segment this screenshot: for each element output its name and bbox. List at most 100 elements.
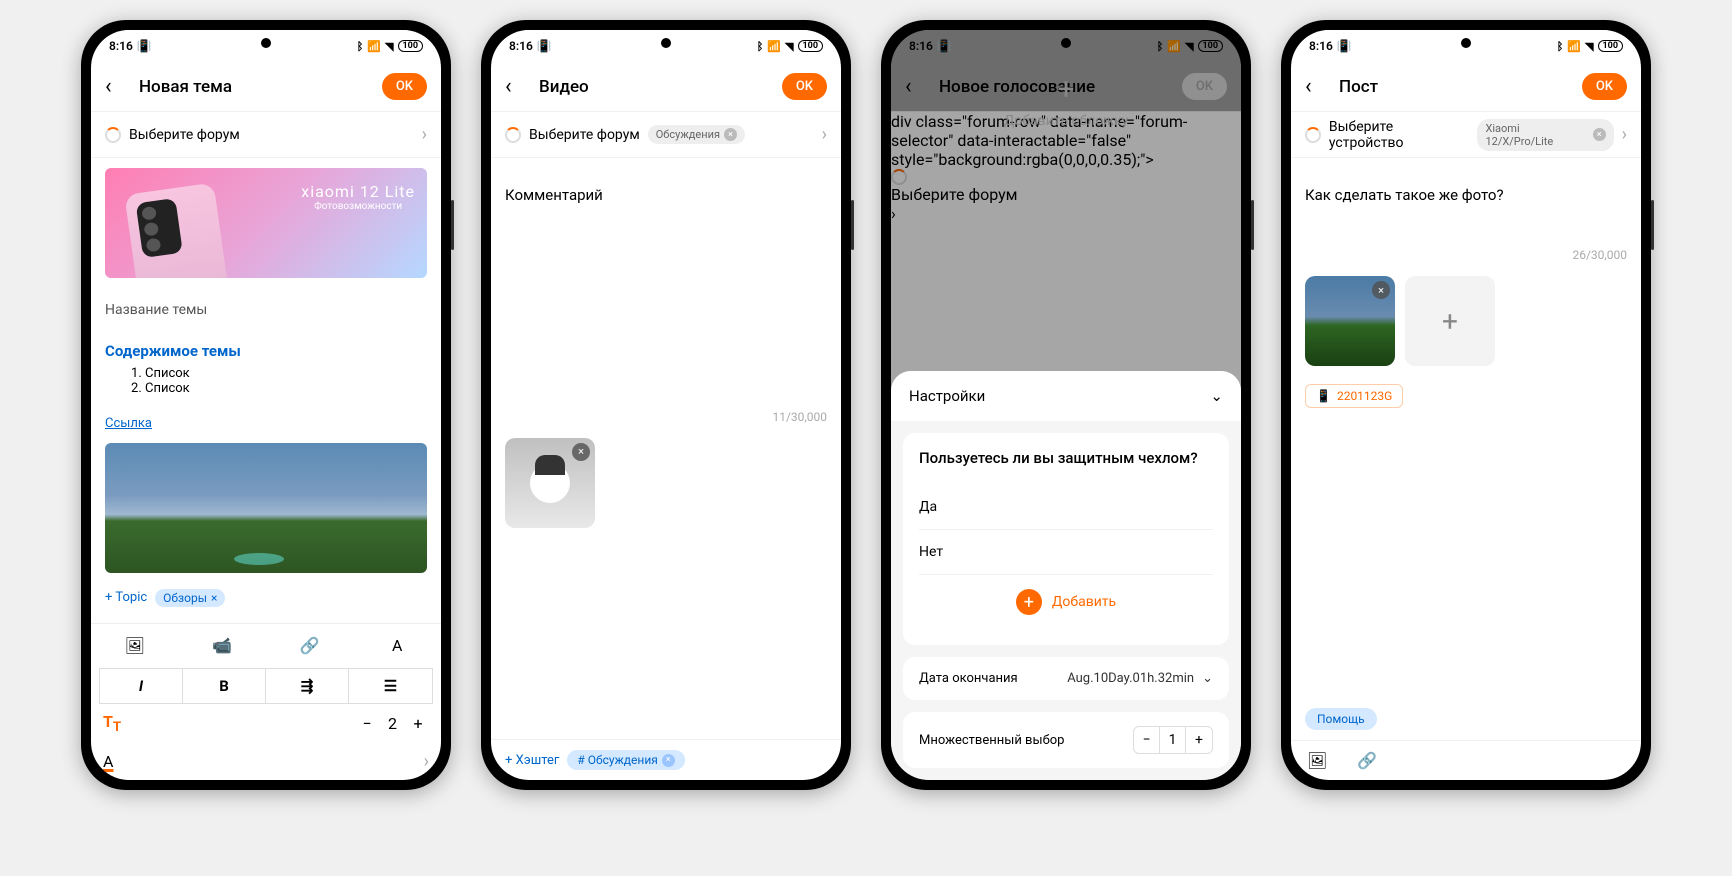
list-item[interactable]: Список — [145, 366, 427, 381]
spinner-icon — [1305, 127, 1321, 143]
stepper-value: 1 — [1160, 727, 1186, 753]
bold-button[interactable]: B — [183, 669, 266, 703]
remove-chip-icon[interactable]: × — [1593, 128, 1606, 141]
vibrate-icon: 📳 — [1337, 39, 1352, 53]
phone-icon: 📱 — [1316, 389, 1331, 403]
image-icon[interactable]: 🖼 — [123, 634, 147, 658]
device-label: Выберите устройство — [1329, 119, 1470, 151]
forum-label: Выберите форум — [129, 127, 240, 143]
list-item[interactable]: Список — [145, 381, 427, 396]
forum-selector[interactable]: Выберите форум Обсуждения × › — [491, 112, 841, 158]
font-icon[interactable]: A — [385, 634, 409, 658]
spinner-icon — [505, 127, 521, 143]
video-thumbnail[interactable]: × — [505, 438, 595, 528]
phone-mockup-1: 8:16 📳 ᛒ 📶 ◥ 100 ‹ Новая тема OK Выберит… — [81, 20, 451, 790]
multi-select-setting: Множественный выбор − 1 + — [903, 712, 1229, 768]
end-date-value: Aug.10Day.01h.32min — [1067, 671, 1194, 686]
image-icon[interactable]: 🖼 — [1307, 751, 1327, 770]
bullet-list-button[interactable]: ☰ — [349, 669, 432, 703]
italic-button[interactable]: I — [100, 669, 183, 703]
ok-button[interactable]: OK — [782, 73, 827, 100]
poll-card: Пользуетесь ли вы защитным чехлом? Да Не… — [903, 433, 1229, 645]
decrease-button[interactable]: − — [356, 714, 378, 733]
ok-button[interactable]: OK — [1582, 73, 1627, 100]
stepper-decrease[interactable]: − — [1134, 727, 1160, 753]
page-title: Пост — [1339, 77, 1572, 97]
bluetooth-icon: ᛒ — [1557, 40, 1564, 53]
editor-toolbar: 🖼 📹 🔗 A I B ⇶ ☰ TT − 2 + A › — [91, 623, 441, 780]
attached-image-thumb[interactable]: × — [1305, 276, 1395, 366]
banner-subtitle: Фотовозможности — [301, 201, 415, 212]
signal-icon: 📶 — [1567, 40, 1581, 53]
remove-thumbnail-icon[interactable]: × — [1372, 281, 1390, 299]
chevron-right-icon[interactable]: › — [424, 751, 429, 772]
content-heading: Содержимое темы — [105, 342, 427, 360]
increase-button[interactable]: + — [407, 714, 429, 733]
forum-chip: Обсуждения × — [648, 125, 745, 144]
bluetooth-icon: ᛒ — [757, 40, 764, 53]
poll-option[interactable]: Нет — [919, 530, 1213, 575]
app-bar: ‹ Пост OK — [1291, 62, 1641, 112]
add-image-button[interactable]: + — [1405, 276, 1495, 366]
chevron-right-icon: › — [1622, 124, 1627, 145]
end-date-setting[interactable]: Дата окончания Aug.10Day.01h.32min ⌄ — [903, 657, 1229, 700]
remove-chip-icon[interactable]: × — [662, 754, 675, 767]
sheet-header[interactable]: Настройки ⌄ — [891, 371, 1241, 421]
signal-icon: 📶 — [367, 40, 381, 53]
add-topic-button[interactable]: + Topic — [105, 590, 147, 605]
back-button[interactable]: ‹ — [505, 74, 529, 99]
stepper-increase[interactable]: + — [1186, 727, 1212, 753]
topic-chip: Обзоры × — [155, 589, 225, 607]
device-tag[interactable]: 📱 2201123G — [1305, 384, 1403, 408]
vibrate-icon: 📳 — [537, 39, 552, 53]
remove-chip-icon[interactable]: × — [724, 128, 737, 141]
topic-title-input[interactable]: Название темы — [105, 302, 427, 318]
add-option-button[interactable]: + Добавить — [919, 575, 1213, 629]
video-icon[interactable]: 📹 — [210, 634, 234, 658]
poll-question[interactable]: Пользуетесь ли вы защитным чехлом? — [919, 449, 1213, 467]
back-button[interactable]: ‹ — [1305, 74, 1329, 99]
device-chip: Xiaomi 12/X/Pro/Lite × — [1477, 119, 1613, 151]
font-size-value: 2 — [388, 714, 397, 733]
bluetooth-icon: ᛒ — [357, 40, 364, 53]
attached-image[interactable] — [105, 443, 427, 573]
back-button[interactable]: ‹ — [105, 74, 129, 99]
link-text[interactable]: Ссылка — [105, 416, 427, 431]
app-bar: ‹ Видео OK — [491, 62, 841, 112]
status-time: 8:16 — [509, 39, 533, 53]
remove-thumbnail-icon[interactable]: × — [572, 443, 590, 461]
forum-selector[interactable]: Выберите форум › — [91, 112, 441, 158]
ok-button[interactable]: OK — [382, 73, 427, 100]
text-size-icon[interactable]: TT — [103, 712, 121, 735]
device-selector[interactable]: Выберите устройство Xiaomi 12/X/Pro/Lite… — [1291, 112, 1641, 158]
help-chip[interactable]: Помощь — [1305, 708, 1377, 730]
plus-circle-icon: + — [1016, 589, 1042, 615]
comment-input[interactable]: Комментарий — [505, 186, 827, 204]
bottom-sheet: Настройки ⌄ Пользуетесь ли вы защитным ч… — [891, 371, 1241, 780]
camera-notch — [261, 38, 271, 48]
poll-option[interactable]: Да — [919, 485, 1213, 530]
ordered-list-button[interactable]: ⇶ — [266, 669, 349, 703]
sheet-title: Настройки — [909, 387, 985, 405]
add-cover-area: + Добавить обложку — [891, 30, 1241, 170]
chevron-down-icon: ⌄ — [1202, 671, 1213, 686]
editor-content: Как сделать такое же фото? 26/30,000 × +… — [1291, 158, 1641, 740]
phone-mockup-4: 8:16 📳 ᛒ 📶 ◥ 100 ‹ Пост OK Выберите устр… — [1281, 20, 1651, 790]
wifi-icon: ◥ — [785, 40, 793, 53]
camera-notch — [1061, 38, 1071, 48]
battery-badge: 100 — [1598, 40, 1624, 52]
link-icon[interactable]: 🔗 — [298, 634, 322, 658]
post-text-input[interactable]: Как сделать такое же фото? — [1305, 186, 1627, 204]
hashtag-bar: + Хэштег # Обсуждения × — [491, 739, 841, 780]
link-icon[interactable]: 🔗 — [1357, 751, 1377, 770]
text-color-button[interactable]: A — [103, 752, 113, 771]
chevron-down-icon: ⌄ — [1210, 387, 1223, 405]
status-time: 8:16 — [1309, 39, 1333, 53]
wifi-icon: ◥ — [1585, 40, 1593, 53]
dimmed-overlay[interactable]: + Добавить обложку Настройки ⌄ Пользуете… — [891, 30, 1241, 780]
add-hashtag-button[interactable]: + Хэштег — [505, 753, 559, 768]
bottom-toolbar: 🖼 🔗 — [1291, 740, 1641, 780]
remove-chip-icon[interactable]: × — [211, 591, 217, 605]
forum-label: Выберите форум — [529, 127, 640, 143]
editor-content: xiaomi 12 Lite Фотовозможности Название … — [91, 158, 441, 623]
